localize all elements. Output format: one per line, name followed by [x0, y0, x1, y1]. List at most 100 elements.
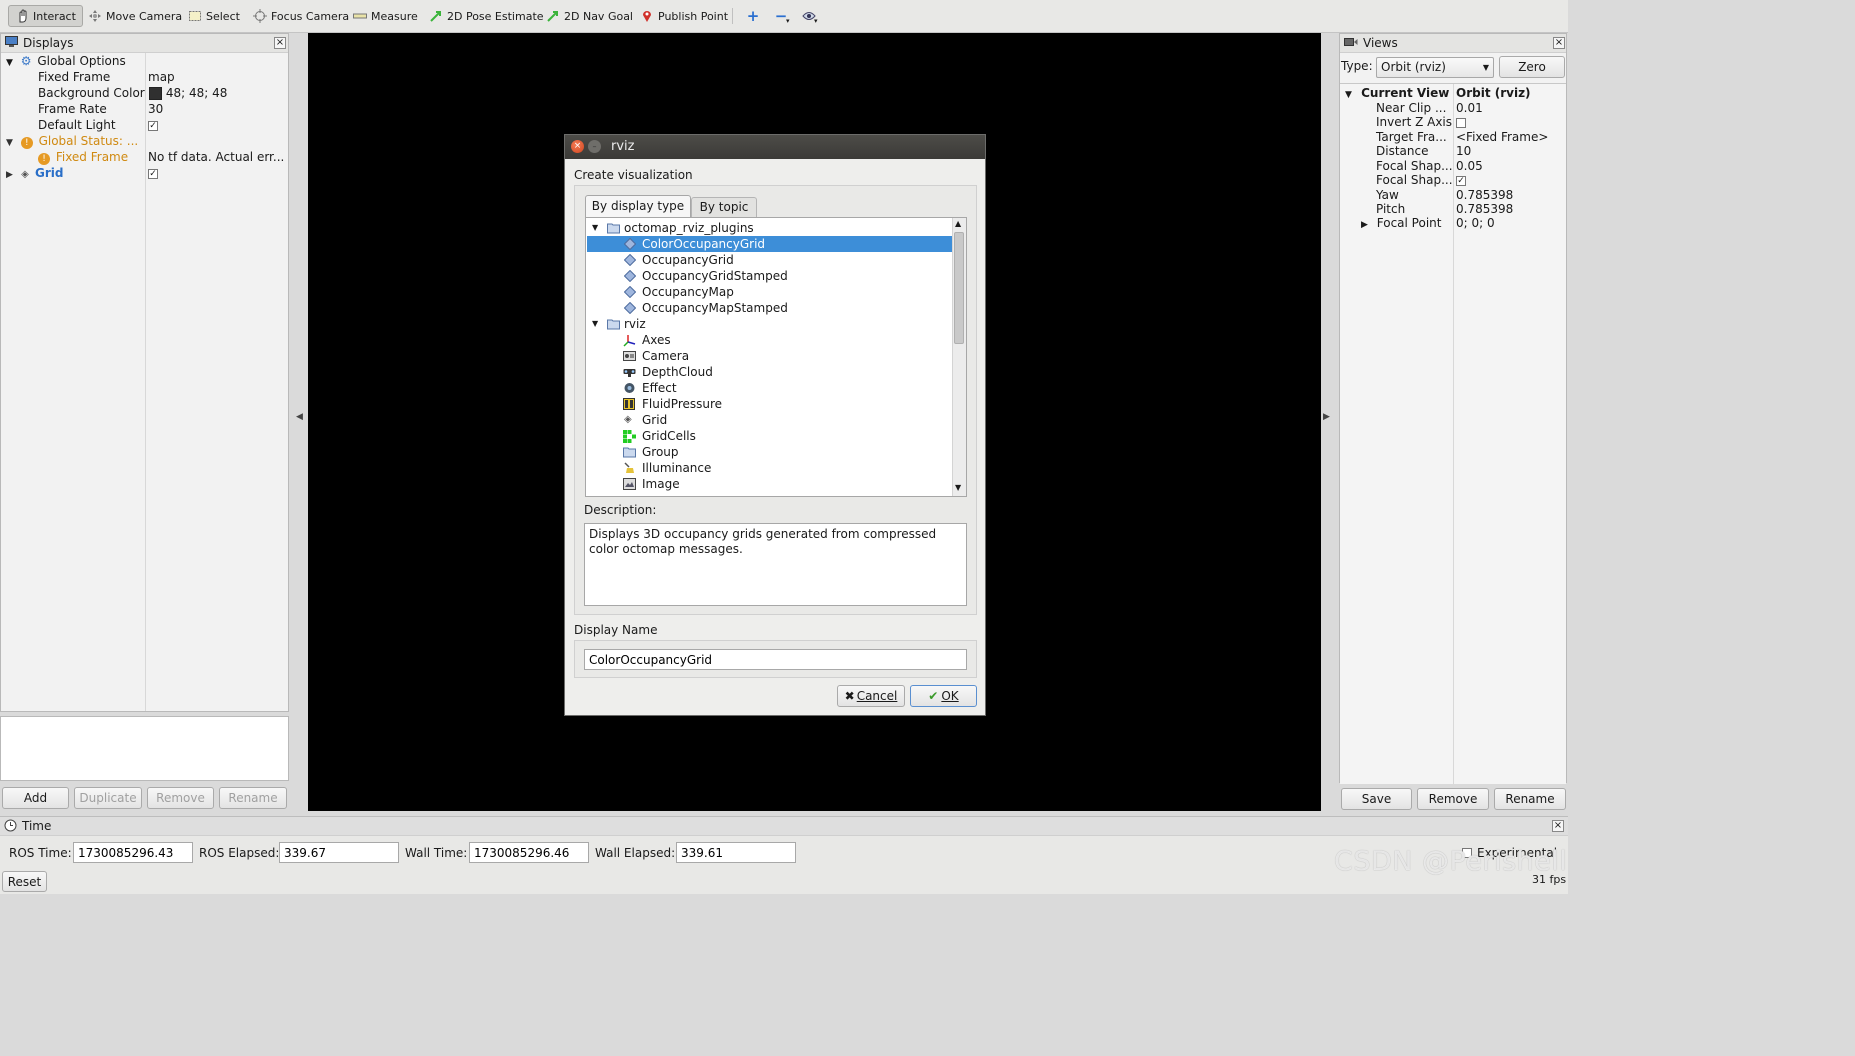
- tree-row-default-light[interactable]: Default Light: [38, 117, 116, 133]
- invert-z-checkbox[interactable]: [1456, 114, 1466, 130]
- interact-tool-button[interactable]: Interact: [8, 5, 83, 27]
- measure-tool-button[interactable]: Measure: [347, 5, 424, 27]
- hand-icon: [15, 9, 29, 23]
- focal-point-value[interactable]: 0; 0; 0: [1456, 215, 1495, 231]
- list-item-depthcloud[interactable]: DepthCloud: [586, 364, 966, 380]
- list-item-effort[interactable]: Effect: [586, 380, 966, 396]
- list-group-octomap[interactable]: ▼ octomap_rviz_plugins: [586, 220, 966, 236]
- grid-enabled-checkbox[interactable]: ✓: [148, 165, 158, 181]
- tree-row-global-options[interactable]: ▼ ⚙ Global Options: [6, 53, 126, 69]
- display-name-input[interactable]: [584, 649, 967, 670]
- tree-row-focal-shape-fixed[interactable]: Focal Shap...: [1376, 172, 1453, 188]
- focus-camera-tool-button[interactable]: Focus Camera: [247, 5, 355, 27]
- expand-arrow-icon[interactable]: ▶: [6, 170, 13, 180]
- list-scrollbar[interactable]: ▲ ▼: [952, 218, 966, 496]
- tree-row-status-fixed-frame[interactable]: ! Fixed Frame: [38, 149, 128, 165]
- tree-row-current-view[interactable]: ▼ Current View: [1345, 85, 1449, 101]
- scroll-up-arrow-icon[interactable]: ▲: [955, 219, 961, 228]
- list-item-fluidpressure[interactable]: FluidPressure: [586, 396, 966, 412]
- rename-view-button[interactable]: Rename: [1494, 788, 1566, 810]
- button-label: Rename: [1505, 792, 1555, 806]
- default-light-checkbox[interactable]: ✓: [148, 117, 158, 133]
- close-icon[interactable]: ×: [571, 140, 584, 153]
- tree-row-grid[interactable]: ▶ ◈ Grid: [6, 165, 63, 181]
- item-label: OccupancyGrid: [642, 253, 734, 267]
- background-color-value[interactable]: 48; 48; 48: [149, 85, 227, 101]
- close-icon[interactable]: ×: [1552, 820, 1564, 832]
- list-item-occupancy-grid-stamped[interactable]: OccupancyGridStamped: [586, 268, 966, 284]
- tree-row-background-color[interactable]: Background Color: [38, 85, 145, 101]
- scrollbar-thumb[interactable]: [954, 232, 964, 344]
- close-icon[interactable]: ×: [274, 37, 286, 49]
- diamond-icon: [623, 269, 637, 283]
- reset-button[interactable]: Reset: [2, 871, 47, 892]
- tree-row-frame-rate[interactable]: Frame Rate: [38, 101, 107, 117]
- frame-rate-value[interactable]: 30: [148, 101, 163, 117]
- list-item-occupancy-map[interactable]: OccupancyMap: [586, 284, 966, 300]
- minimize-icon[interactable]: –: [588, 140, 601, 153]
- collapse-left-arrow-icon[interactable]: ◀: [296, 412, 303, 422]
- status-fixed-frame-value[interactable]: No tf data. Actual err...: [148, 149, 284, 165]
- display-name-label: Display Name: [574, 623, 658, 637]
- list-item-gridcells[interactable]: GridCells: [586, 428, 966, 444]
- button-label: Add: [23, 791, 48, 805]
- view-tool-button[interactable]: ▾: [796, 5, 822, 27]
- tree-row-fixed-frame[interactable]: Fixed Frame: [38, 69, 110, 85]
- list-item-camera[interactable]: Camera: [586, 348, 966, 364]
- tree-row-global-status[interactable]: ▼ ! Global Status: ...: [6, 133, 138, 149]
- tree-row-focal-point[interactable]: ▶ Focal Point: [1361, 215, 1441, 231]
- column-divider: [145, 53, 146, 711]
- view-type-select[interactable]: Orbit (rviz) ▼: [1376, 57, 1494, 78]
- remove-display-button[interactable]: Remove: [147, 787, 214, 809]
- remove-view-button[interactable]: Remove: [1417, 788, 1489, 810]
- list-item-color-occupancy-grid[interactable]: ColorOccupancyGrid: [587, 236, 952, 252]
- select-tool-button[interactable]: Select: [182, 5, 246, 27]
- list-item-illuminance[interactable]: Illuminance: [586, 460, 966, 476]
- focal-shape-fixed-checkbox[interactable]: ✓: [1456, 172, 1466, 188]
- collapse-right-arrow-icon[interactable]: ▶: [1323, 412, 1330, 422]
- close-icon[interactable]: ×: [1553, 37, 1565, 49]
- remove-tool-button[interactable]: − ▾: [768, 5, 794, 27]
- expand-arrow-icon[interactable]: ▼: [1345, 90, 1352, 100]
- duplicate-display-button[interactable]: Duplicate: [74, 787, 142, 809]
- wall-elapsed-field[interactable]: [676, 842, 796, 863]
- nav-goal-tool-button[interactable]: 2D Nav Goal: [540, 5, 639, 27]
- list-group-rviz[interactable]: ▼ rviz: [586, 316, 966, 332]
- expand-arrow-icon[interactable]: ▼: [592, 220, 598, 236]
- expand-arrow-icon[interactable]: ▼: [6, 58, 13, 68]
- list-item-axes[interactable]: Axes: [586, 332, 966, 348]
- zero-view-button[interactable]: Zero: [1499, 56, 1565, 78]
- cancel-button[interactable]: ✖ Cancel: [837, 685, 905, 707]
- list-item-occupancy-grid[interactable]: OccupancyGrid: [586, 252, 966, 268]
- grid-cells-icon: [623, 430, 636, 443]
- move-camera-tool-button[interactable]: Move Camera: [82, 5, 188, 27]
- expand-arrow-icon[interactable]: ▶: [1361, 220, 1368, 230]
- current-view-value[interactable]: Orbit (rviz): [1456, 85, 1531, 101]
- save-view-button[interactable]: Save: [1341, 788, 1412, 810]
- publish-point-tool-button[interactable]: Publish Point: [634, 5, 734, 27]
- pose-estimate-tool-button[interactable]: 2D Pose Estimate: [423, 5, 550, 27]
- tab-by-display-type[interactable]: By display type: [585, 195, 691, 217]
- list-item-occupancy-map-stamped[interactable]: OccupancyMapStamped: [586, 300, 966, 316]
- list-item-group[interactable]: Group: [586, 444, 966, 460]
- wall-time-field[interactable]: [469, 842, 589, 863]
- display-type-list[interactable]: ▼ octomap_rviz_plugins ColorOccupancyGri…: [585, 217, 967, 497]
- expand-arrow-icon[interactable]: ▼: [6, 138, 13, 148]
- distance-value[interactable]: 10: [1456, 143, 1471, 159]
- ros-elapsed-field[interactable]: [279, 842, 399, 863]
- add-tool-button[interactable]: +: [740, 5, 766, 27]
- tree-row-invert-z[interactable]: Invert Z Axis: [1376, 114, 1452, 130]
- expand-arrow-icon[interactable]: ▼: [592, 316, 598, 332]
- list-item-image[interactable]: Image: [586, 476, 966, 492]
- tree-row-distance[interactable]: Distance: [1376, 143, 1428, 159]
- tab-by-topic[interactable]: By topic: [691, 197, 757, 217]
- scroll-down-arrow-icon[interactable]: ▼: [955, 483, 961, 492]
- tree-label: Invert Z Axis: [1376, 115, 1453, 129]
- ros-time-field[interactable]: [73, 842, 193, 863]
- add-display-button[interactable]: Add: [2, 787, 69, 809]
- list-item-grid[interactable]: ◈ Grid: [586, 412, 966, 428]
- ok-button[interactable]: ✔ OK: [910, 685, 977, 707]
- camera-icon: [623, 350, 636, 362]
- fixed-frame-value[interactable]: map: [148, 69, 175, 85]
- rename-display-button[interactable]: Rename: [219, 787, 287, 809]
